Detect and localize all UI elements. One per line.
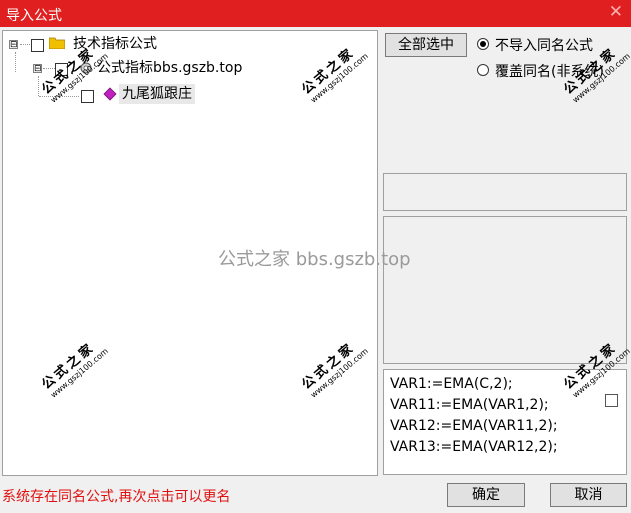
- radio-skip-label[interactable]: 不导入同名公式: [495, 35, 593, 55]
- select-all-button[interactable]: 全部选中: [385, 33, 467, 57]
- formula-checkbox[interactable]: [605, 394, 618, 407]
- radio-overwrite-duplicates[interactable]: [477, 64, 489, 76]
- tree-node-label: 九尾狐跟庄: [119, 84, 195, 104]
- collapse-icon[interactable]: ⊟: [9, 40, 18, 50]
- title-bar: 导入公式 ✕: [0, 0, 631, 27]
- status-message: 系统存在同名公式,再次点击可以更名: [2, 489, 231, 505]
- close-icon[interactable]: ✕: [609, 2, 623, 22]
- watermark-text: 公式之家 bbs.gszb.top: [218, 249, 411, 270]
- formula-line: VAR12:=EMA(VAR11,2);: [390, 418, 558, 434]
- tree-node-root[interactable]: ⊟ 技术指标公式: [3, 34, 373, 54]
- formula-line: VAR11:=EMA(VAR1,2);: [390, 397, 549, 413]
- dialog-body: ⊟ 技术指标公式 ⊟ 公式指标bbs.gszb.top 九尾狐跟庄 全部选中 不…: [0, 27, 631, 513]
- tree-node-label: 公式指标bbs.gszb.top: [97, 60, 243, 76]
- tree-checkbox[interactable]: [31, 39, 44, 52]
- diamond-icon: [103, 87, 117, 101]
- window-title: 导入公式: [6, 8, 62, 24]
- ok-button[interactable]: 确定: [447, 483, 525, 507]
- formula-line: VAR13:=EMA(VAR12,2);: [390, 439, 558, 455]
- tree-checkbox[interactable]: [81, 90, 94, 103]
- collapse-icon[interactable]: ⊟: [33, 64, 42, 74]
- radio-skip-duplicates[interactable]: [477, 38, 489, 50]
- cancel-button[interactable]: 取消: [550, 483, 627, 507]
- folder-icon: [49, 37, 65, 49]
- description-panel: [383, 216, 627, 364]
- name-field-panel[interactable]: [383, 173, 627, 211]
